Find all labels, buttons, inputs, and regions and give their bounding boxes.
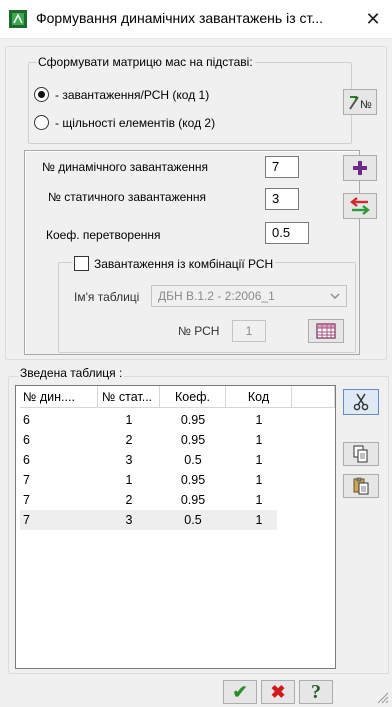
dynamic-load-label: № динамічного завантаження	[42, 160, 209, 174]
table-cell: 0.95	[180, 433, 206, 447]
table-cell: 7	[23, 513, 30, 527]
replace-button[interactable]	[343, 193, 377, 219]
copy-icon	[353, 445, 368, 463]
table-row[interactable]: 7 3 0.5 1	[20, 510, 277, 530]
table-cell: 1	[255, 433, 263, 447]
radio-loads[interactable]	[34, 87, 49, 102]
coef-label: Коеф. перетворення	[46, 228, 161, 242]
mass-matrix-legend: Сформувати матрицю мас на підставі:	[36, 55, 255, 69]
cancel-button[interactable]: ✖	[261, 680, 295, 704]
table-row[interactable]: 7 2 0.95 1	[20, 490, 277, 510]
table-grid-icon	[316, 323, 336, 339]
combination-checkbox-label: Завантаження із комбінації РСН	[94, 256, 274, 271]
window-title: Формування динамічних завантажень із ст.…	[36, 10, 324, 26]
cross-icon: ✖	[270, 681, 286, 702]
table-row[interactable]: 6 2 0.95 1	[20, 430, 277, 450]
table-cell: 1	[255, 493, 263, 507]
table-cell: 2	[125, 493, 133, 507]
resize-grip-icon[interactable]	[375, 690, 389, 704]
add-button[interactable]	[343, 155, 377, 181]
chevron-down-icon	[330, 293, 340, 299]
table-cell: 6	[23, 433, 30, 447]
table-cell: 6	[23, 453, 30, 467]
table-cell: 1	[255, 513, 263, 527]
table-cell: 3	[125, 453, 133, 467]
copy-button[interactable]	[343, 442, 379, 466]
table-cell: 3	[125, 513, 133, 527]
coef-input[interactable]: 0.5	[265, 222, 309, 244]
table-cell: 0.5	[184, 453, 202, 467]
radio-option-density[interactable]: - щільності елементів (код 2)	[34, 115, 215, 130]
combination-checkbox[interactable]	[74, 256, 89, 271]
help-button[interactable]: ?	[299, 680, 333, 704]
column-header-dynamic[interactable]: № дин....	[20, 386, 98, 408]
table-cell: 6	[23, 413, 30, 427]
dynamic-load-input[interactable]: 7	[265, 156, 299, 178]
table-cell: 0.95	[180, 413, 206, 427]
column-header-coef[interactable]: Коеф.	[160, 386, 226, 408]
column-header-static[interactable]: № стат...	[98, 386, 160, 408]
table-cell: 1	[255, 453, 263, 467]
radio-density[interactable]	[34, 115, 49, 130]
table-name-label: Ім'я таблиці	[74, 290, 140, 304]
cut-button[interactable]	[343, 389, 379, 415]
column-header-code[interactable]: Код	[226, 386, 292, 408]
summary-table[interactable]: № дин.... № стат... Коеф. Код 6 1 0.95 1 6 2 0…	[15, 385, 336, 669]
radio-density-label: - щільності елементів (код 2)	[55, 115, 216, 130]
app-icon	[9, 10, 27, 28]
table-cell: 0.95	[180, 493, 206, 507]
static-load-input[interactable]: 3	[265, 188, 299, 210]
paste-button[interactable]	[343, 474, 379, 498]
rsn-input[interactable]: 1	[232, 320, 266, 342]
table-cell: 1	[125, 473, 133, 487]
combination-checkbox-row[interactable]: Завантаження із комбінації РСН	[72, 256, 276, 271]
scissors-icon	[353, 393, 369, 411]
table-cell: 1	[255, 413, 263, 427]
radio-option-loads[interactable]: - завантаження/РСН (код 1)	[34, 87, 209, 102]
swap-arrows-icon	[350, 197, 370, 215]
table-row[interactable]: 7 1 0.95 1	[20, 470, 277, 490]
rsn-table-button[interactable]	[308, 319, 344, 343]
title-bar: Формування динамічних завантажень із ст.…	[0, 0, 392, 39]
help-icon: ?	[311, 680, 321, 703]
check-icon: ✔	[232, 681, 248, 702]
numbering-icon: №	[349, 96, 372, 111]
radio-loads-label: - завантаження/РСН (код 1)	[55, 87, 210, 102]
table-cell: 1	[255, 473, 263, 487]
table-cell: 2	[125, 433, 133, 447]
ok-button[interactable]: ✔	[223, 680, 257, 704]
table-row[interactable]: 6 3 0.5 1	[20, 450, 277, 470]
rsn-label: № РСН	[178, 324, 220, 338]
static-load-label: № статичного завантаження	[48, 190, 207, 204]
numbering-button[interactable]: №	[343, 89, 377, 115]
table-name-select[interactable]: ДБН В.1.2 - 2:2006_1	[151, 285, 347, 307]
plus-icon	[353, 161, 367, 175]
column-header-empty	[292, 386, 335, 408]
table-row[interactable]: 6 1 0.95 1	[20, 410, 277, 430]
table-cell: 7	[23, 473, 30, 487]
table-cell: 1	[125, 413, 133, 427]
table-cell: 0.95	[180, 473, 206, 487]
table-name-value: ДБН В.1.2 - 2:2006_1	[158, 289, 275, 303]
paste-icon	[353, 477, 369, 495]
table-cell: 7	[23, 493, 30, 507]
table-cell: 0.5	[184, 513, 202, 527]
summary-caption: Зведена таблиця :	[18, 366, 125, 380]
mass-matrix-group	[28, 62, 352, 144]
close-button[interactable]: ✕	[354, 0, 392, 38]
svg-text:№: №	[360, 99, 372, 111]
